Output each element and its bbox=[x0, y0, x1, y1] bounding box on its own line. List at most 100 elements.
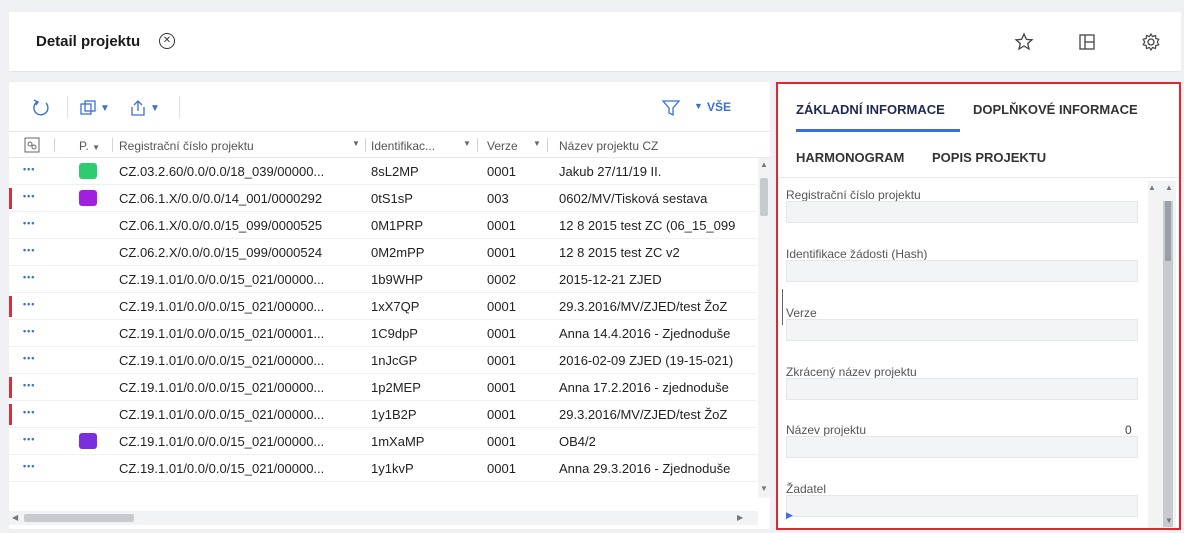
cell-reg: CZ.19.1.01/0.0/0.0/15_021/00000... bbox=[119, 461, 325, 476]
col-header-reg[interactable]: Registrační číslo projektu bbox=[119, 139, 254, 153]
row-menu-icon[interactable]: ••• bbox=[23, 299, 35, 309]
cell-nazev: 0602/MV/Tisková sestava bbox=[559, 191, 708, 206]
field-zkraceny[interactable] bbox=[786, 378, 1138, 400]
export-dropdown-icon[interactable]: ▼ bbox=[129, 97, 160, 119]
cell-verze: 0001 bbox=[487, 461, 516, 476]
header-divider bbox=[547, 138, 548, 152]
cell-verze: 0001 bbox=[487, 218, 516, 233]
table-row[interactable]: ••• CZ.06.2.X/0.0/0.0/15_099/0000524 0M2mP… bbox=[9, 239, 757, 266]
field-verze[interactable] bbox=[786, 319, 1138, 341]
col-header-nazev[interactable]: Název projektu CZ bbox=[559, 139, 658, 153]
field-label-zadatel: Žadatel bbox=[786, 482, 827, 496]
table-row[interactable]: ••• CZ.19.1.01/0.0/0.0/15_021/00000... 1b9… bbox=[9, 266, 757, 293]
close-circle-icon[interactable]: ✕ bbox=[159, 33, 175, 49]
filter-all-button[interactable]: VŠE bbox=[707, 100, 731, 114]
cell-ident: 1y1kvP bbox=[371, 461, 414, 476]
top-strip bbox=[0, 0, 1184, 10]
page-header: Detail projektu ✕ bbox=[9, 12, 1181, 72]
field-reg[interactable] bbox=[786, 201, 1138, 223]
table-row[interactable]: ••• CZ.19.1.01/0.0/0.0/15_021/00000... 1nJ… bbox=[9, 347, 757, 374]
cell-nazev: 2015-12-21 ZJED bbox=[559, 272, 662, 287]
gear-icon[interactable] bbox=[1141, 32, 1161, 52]
column-chooser-icon[interactable] bbox=[24, 137, 40, 153]
field-ident[interactable] bbox=[786, 260, 1138, 282]
col-header-ident[interactable]: Identifikac... bbox=[371, 139, 435, 153]
tab-popis-projektu[interactable]: POPIS PROJEKTU bbox=[932, 150, 1046, 165]
row-color-chip bbox=[79, 433, 97, 449]
table-row[interactable]: ••• CZ.19.1.01/0.0/0.0/15_021/00000... 1y1… bbox=[9, 401, 757, 428]
table-row[interactable]: ••• CZ.19.1.01/0.0/0.0/15_021/00001... 1C9… bbox=[9, 320, 757, 347]
star-icon[interactable] bbox=[1014, 32, 1034, 52]
row-menu-icon[interactable]: ••• bbox=[23, 380, 35, 390]
table-row[interactable]: ••• CZ.06.1.X/0.0/0.0/15_099/0000525 0M1PR… bbox=[9, 212, 757, 239]
toolbar-divider bbox=[67, 96, 68, 118]
scroll-down-icon[interactable]: ▼ bbox=[760, 484, 768, 493]
row-menu-icon[interactable]: ••• bbox=[23, 191, 35, 201]
table-row[interactable]: ••• CZ.19.1.01/0.0/0.0/15_021/00000... 1mX… bbox=[9, 428, 757, 455]
scroll-up-icon[interactable]: ▲ bbox=[760, 160, 768, 169]
toolbar-divider bbox=[179, 96, 180, 118]
scroll-up-icon[interactable]: ▲ bbox=[1148, 183, 1156, 192]
copy-dropdown-icon[interactable]: ▼ bbox=[79, 97, 110, 119]
vse-caret-icon[interactable]: ▼ bbox=[694, 101, 703, 111]
col-header-p[interactable]: P. ▼ bbox=[79, 139, 100, 153]
row-menu-icon[interactable]: ••• bbox=[23, 434, 35, 444]
row-menu-icon[interactable]: ••• bbox=[23, 407, 35, 417]
table-row[interactable]: ••• CZ.19.1.01/0.0/0.0/15_021/00000... 1xX… bbox=[9, 293, 757, 320]
field-label-nazev: Název projektu bbox=[786, 423, 867, 437]
cell-ident: 1b9WHP bbox=[371, 272, 424, 287]
scroll-up-icon[interactable]: ▲ bbox=[1165, 183, 1173, 192]
cell-verze: 0001 bbox=[487, 299, 516, 314]
cell-nazev: Anna 14.4.2016 - Zjednoduše bbox=[559, 326, 731, 341]
table-row[interactable]: ••• CZ.19.1.01/0.0/0.0/15_021/00000... 1y1… bbox=[9, 455, 757, 482]
row-menu-icon[interactable]: ••• bbox=[23, 164, 35, 174]
col-header-verze[interactable]: Verze bbox=[487, 139, 518, 153]
row-menu-icon[interactable]: ••• bbox=[23, 461, 35, 471]
cell-ident: 1C9dpP bbox=[371, 326, 418, 341]
field-nazev[interactable] bbox=[786, 436, 1138, 458]
col-ident-sort-icon[interactable]: ▼ bbox=[463, 139, 471, 148]
cursor-indicator bbox=[782, 289, 783, 325]
cell-verze: 0001 bbox=[487, 326, 516, 341]
expand-arrow-icon[interactable]: ▶ bbox=[786, 510, 793, 521]
filter-icon[interactable] bbox=[661, 97, 681, 119]
grid-toolbar: ▼ ▼ ▼ VŠE bbox=[9, 82, 770, 132]
cell-reg: CZ.03.2.60/0.0/0.0/18_039/00000... bbox=[119, 164, 325, 179]
table-row[interactable]: ••• CZ.06.1.X/0.0/0.0/14_001/0000292 0tS1s… bbox=[9, 185, 757, 212]
header-divider bbox=[365, 138, 366, 152]
cell-verze: 0001 bbox=[487, 380, 516, 395]
cell-ident: 1mXaMP bbox=[371, 434, 425, 449]
grid-vertical-scrollbar[interactable]: ▲ ▼ bbox=[758, 158, 770, 498]
scroll-down-icon[interactable]: ▼ bbox=[1165, 516, 1173, 525]
tab-doplnkove-informace[interactable]: DOPLŇKOVÉ INFORMACE bbox=[973, 102, 1138, 117]
cell-ident: 0tS1sP bbox=[371, 191, 413, 206]
cell-ident: 8sL2MP bbox=[371, 164, 419, 179]
row-menu-icon[interactable]: ••• bbox=[23, 326, 35, 336]
cell-reg: CZ.19.1.01/0.0/0.0/15_021/00000... bbox=[119, 272, 325, 287]
field-zadatel[interactable] bbox=[786, 495, 1138, 517]
row-flag bbox=[9, 377, 12, 398]
cell-ident: 0M2mPP bbox=[371, 245, 425, 260]
tab-harmonogram[interactable]: HARMONOGRAM bbox=[796, 150, 904, 165]
detail-scrollbar[interactable]: ▲ ▲ ▼ bbox=[1148, 181, 1176, 528]
scroll-left-icon[interactable]: ◀ bbox=[12, 513, 18, 522]
col-reg-sort-icon[interactable]: ▼ bbox=[352, 139, 360, 148]
scrollbar-thumb[interactable] bbox=[1165, 201, 1171, 261]
table-row[interactable]: ••• CZ.03.2.60/0.0/0.0/18_039/00000... 8sL… bbox=[9, 158, 757, 185]
refresh-icon[interactable] bbox=[30, 97, 52, 119]
grid-horizontal-scrollbar[interactable]: ◀ ▶ bbox=[9, 511, 758, 525]
scrollbar-thumb[interactable] bbox=[760, 178, 768, 216]
row-menu-icon[interactable]: ••• bbox=[23, 245, 35, 255]
row-menu-icon[interactable]: ••• bbox=[23, 218, 35, 228]
cell-ident: 1p2MEP bbox=[371, 380, 421, 395]
layout-icon[interactable] bbox=[1077, 32, 1097, 52]
scroll-right-icon[interactable]: ▶ bbox=[737, 513, 743, 522]
col-verze-sort-icon[interactable]: ▼ bbox=[533, 139, 541, 148]
row-menu-icon[interactable]: ••• bbox=[23, 272, 35, 282]
cell-verze: 0001 bbox=[487, 353, 516, 368]
table-row[interactable]: ••• CZ.19.1.01/0.0/0.0/15_021/00000... 1p2… bbox=[9, 374, 757, 401]
scrollbar-thumb[interactable] bbox=[24, 514, 134, 522]
tab-zakladni-informace[interactable]: ZÁKLADNÍ INFORMACE bbox=[796, 102, 945, 117]
row-menu-icon[interactable]: ••• bbox=[23, 353, 35, 363]
cell-verze: 0002 bbox=[487, 272, 516, 287]
